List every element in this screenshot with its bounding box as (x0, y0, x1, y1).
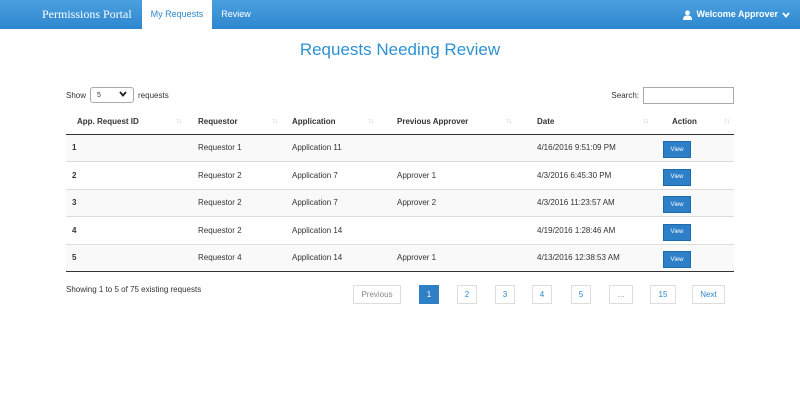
page-size-control: Show 5 requests (66, 87, 169, 103)
cell-action: View (650, 243, 734, 272)
cell-request-id: 2 (66, 161, 189, 189)
cell-action: View (650, 216, 734, 244)
sort-icon: ↑↓ (643, 118, 649, 125)
chevron-down-icon (119, 91, 127, 99)
page-title: Requests Needing Review (299, 40, 501, 59)
pagination-previous[interactable]: Previous (353, 285, 401, 304)
search-label: Search: (611, 91, 639, 100)
cell-requestor: Requestor 2 (189, 188, 283, 217)
brand-logo[interactable]: Permissions Portal (0, 0, 142, 29)
cell-request-id: 5 (66, 243, 189, 272)
cell-request-id: 4 (66, 216, 189, 244)
column-header-requestor[interactable]: Requestor ↑↓ (189, 110, 283, 135)
cell-requestor: Requestor 1 (189, 133, 283, 162)
cell-previous-approver: Approver 2 (383, 188, 523, 217)
pagination-page-3[interactable]: 3 (495, 285, 515, 304)
cell-previous-approver (383, 133, 523, 162)
nav-my-requests[interactable]: My Requests (141, 0, 213, 29)
pagination-ellipsis: ... (609, 285, 633, 304)
search-input[interactable] (643, 87, 734, 104)
requests-label: requests (138, 90, 169, 100)
cell-request-id: 1 (66, 133, 189, 162)
cell-previous-approver (383, 216, 523, 244)
cell-date: 4/3/2016 6:45:30 PM (523, 161, 650, 189)
column-header-application[interactable]: Application ↑↓ (283, 110, 383, 135)
column-header-previous-approver[interactable]: Previous Approver ↑↓ (383, 110, 523, 135)
show-label: Show (66, 90, 87, 100)
view-button[interactable]: View (663, 251, 691, 269)
cell-application: Application 11 (283, 133, 383, 162)
cell-requestor: Requestor 4 (189, 243, 283, 272)
pagination-page-4[interactable]: 4 (532, 285, 552, 304)
pagination-next[interactable]: Next (692, 285, 725, 304)
cell-application: Application 7 (283, 188, 383, 217)
table-row: 1 Requestor 1 Application 11 4/16/2016 9… (66, 133, 734, 162)
pagination-page-2[interactable]: 2 (457, 285, 477, 304)
table-header-row: App. Request ID ↑↓ Requestor ↑↓ Applicat… (66, 110, 734, 135)
table-row: 5 Requestor 4 Application 14 Approver 1 … (66, 243, 734, 272)
top-navbar: Permissions Portal My Requests Review We… (0, 0, 800, 29)
table-row: 4 Requestor 2 Application 14 4/19/2016 1… (66, 216, 734, 244)
table-info: Showing 1 to 5 of 75 existing requests (66, 285, 202, 294)
sort-icon: ↑↓ (724, 118, 730, 125)
sort-icon: ↑↓ (506, 118, 512, 125)
cell-request-id: 3 (66, 188, 189, 217)
view-button[interactable]: View (663, 196, 691, 214)
cell-application: Application 14 (283, 216, 383, 244)
page-size-value: 5 (97, 91, 101, 99)
search-control: Search: (611, 87, 734, 104)
sort-icon: ↑↓ (272, 118, 278, 125)
nav-review[interactable]: Review (212, 0, 260, 29)
view-button[interactable]: View (663, 168, 691, 186)
view-button[interactable]: View (663, 223, 691, 241)
user-menu[interactable]: Welcome Approver (683, 0, 790, 29)
chevron-down-icon (782, 11, 790, 18)
sort-icon: ↑↓ (176, 118, 182, 125)
cell-previous-approver: Approver 1 (383, 161, 523, 189)
cell-date: 4/3/2016 11:23:57 AM (523, 188, 650, 217)
sort-icon: ↑↓ (368, 118, 374, 125)
requests-table: App. Request ID ↑↓ Requestor ↑↓ Applicat… (66, 110, 734, 272)
page-size-select[interactable]: 5 (90, 87, 135, 103)
cell-action: View (650, 161, 734, 189)
column-header-date[interactable]: Date ↑↓ (523, 110, 650, 135)
cell-date: 4/16/2016 9:51:09 PM (523, 133, 650, 162)
cell-application: Application 7 (283, 161, 383, 189)
user-icon (683, 9, 693, 20)
cell-date: 4/19/2016 1:28:46 AM (523, 216, 650, 244)
cell-previous-approver: Approver 1 (383, 243, 523, 272)
column-header-request-id[interactable]: App. Request ID ↑↓ (66, 110, 189, 135)
column-header-action[interactable]: Action ↑↓ (650, 110, 734, 135)
pagination-page-5[interactable]: 5 (571, 285, 591, 304)
pagination-page-15[interactable]: 15 (650, 285, 676, 304)
table-row: 2 Requestor 2 Application 7 Approver 1 4… (66, 161, 734, 189)
cell-action: View (650, 133, 734, 162)
cell-requestor: Requestor 2 (189, 161, 283, 189)
cell-action: View (650, 188, 734, 217)
view-button[interactable]: View (663, 141, 691, 159)
cell-date: 4/13/2016 12:38:53 AM (523, 243, 650, 272)
cell-application: Application 14 (283, 243, 383, 272)
cell-requestor: Requestor 2 (189, 216, 283, 244)
table-row: 3 Requestor 2 Application 7 Approver 2 4… (66, 188, 734, 217)
welcome-label: Welcome Approver (696, 9, 778, 19)
pagination-page-1[interactable]: 1 (419, 285, 439, 304)
